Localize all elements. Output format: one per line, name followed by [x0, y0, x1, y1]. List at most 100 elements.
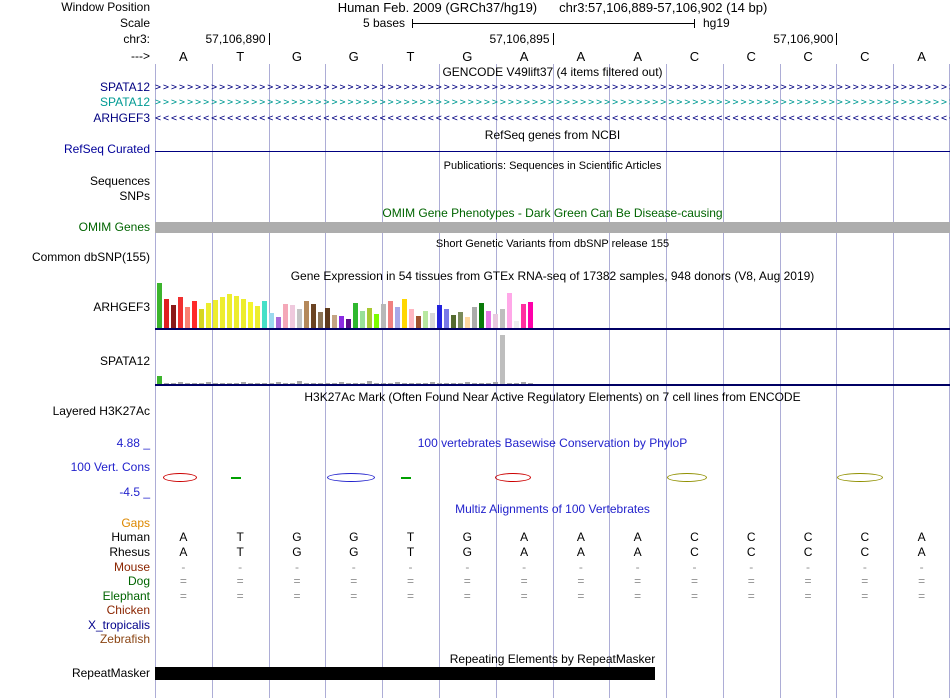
gtex-expression-bar[interactable]: [374, 314, 379, 328]
gtex-expression-bar[interactable]: [283, 304, 288, 328]
alignment-cell: =: [293, 589, 301, 603]
gtex-expression-bar[interactable]: [171, 305, 176, 328]
dbsnp-track-label[interactable]: Common dbSNP(155): [0, 251, 150, 264]
omim-gene-bar[interactable]: [155, 222, 950, 233]
gtex-expression-bar[interactable]: [430, 313, 435, 328]
conservation-track-label[interactable]: 100 Vert. Cons: [0, 461, 150, 474]
gtex-expression-bar[interactable]: [367, 308, 372, 328]
gtex-expression-bar[interactable]: [360, 311, 365, 328]
base-letter: T: [406, 49, 415, 64]
gtex-gene-label-arhgef3[interactable]: ARHGEF3: [0, 301, 150, 314]
omim-genes-label[interactable]: OMIM Genes: [0, 221, 150, 234]
gtex-expression-bar[interactable]: [255, 306, 260, 328]
gtex-expression-bar[interactable]: [213, 300, 218, 328]
gtex-expression-bar[interactable]: [395, 307, 400, 328]
base-letter: C: [803, 49, 813, 64]
track-display-area[interactable]: Human Feb. 2009 (GRCh37/hg19) chr3:57,106…: [155, 0, 950, 698]
gene-transcript-spata12[interactable]: >>>>>>>>>>>>>>>>>>>>>>>>>>>>>>>>>>>>>>>>…: [155, 82, 950, 94]
species-label[interactable]: X_tropicalis: [0, 619, 150, 632]
publications-snps-label[interactable]: SNPs: [0, 190, 150, 203]
species-label[interactable]: Chicken: [0, 604, 150, 617]
gtex-expression-bar[interactable]: [311, 304, 316, 328]
gtex-expression-bar[interactable]: [164, 299, 169, 328]
gtex-expression-bar[interactable]: [528, 302, 533, 328]
phylop-signal[interactable]: [155, 469, 950, 489]
gtex-expression-bar[interactable]: [500, 309, 505, 328]
gtex-expression-bar[interactable]: [241, 299, 246, 328]
alignment-cell: =: [747, 574, 755, 588]
gtex-expression-bar[interactable]: [346, 319, 351, 328]
repeatmasker-track-label[interactable]: RepeatMasker: [0, 667, 150, 680]
species-label[interactable]: Rhesus: [0, 546, 150, 559]
alignment-cell: -: [522, 560, 527, 574]
gtex-expression-bar[interactable]: [507, 293, 512, 328]
gtex-expression-bar[interactable]: [220, 297, 225, 328]
phylop-curve: [327, 473, 375, 482]
gtex-expression-bar[interactable]: [269, 313, 274, 328]
gtex-expression-bar[interactable]: [157, 283, 162, 328]
gtex-expression-bar[interactable]: [304, 301, 309, 328]
gtex-expression-bar[interactable]: [178, 297, 183, 328]
alignment-cell: =: [236, 589, 244, 603]
phylop-track-title: 100 vertebrates Basewise Conservation by…: [417, 436, 688, 450]
species-label[interactable]: Gaps: [0, 517, 150, 530]
gtex-expression-bar[interactable]: [297, 309, 302, 328]
species-label[interactable]: Zebrafish: [0, 633, 150, 646]
refseq-curated-label[interactable]: RefSeq Curated: [0, 143, 150, 156]
gtex-expression-bar[interactable]: [325, 308, 330, 328]
gtex-expression-bar[interactable]: [234, 296, 239, 328]
gtex-expression-bar[interactable]: [339, 316, 344, 328]
gtex-expression-bar[interactable]: [500, 335, 505, 384]
gtex-expression-bar[interactable]: [276, 317, 281, 328]
gtex-expression-bar[interactable]: [332, 315, 337, 328]
gtex-baseline-spata12: [155, 384, 950, 386]
gtex-expression-bar[interactable]: [465, 317, 470, 328]
gtex-expression-bar[interactable]: [381, 304, 386, 328]
gene-transcript-spata12-alt[interactable]: >>>>>>>>>>>>>>>>>>>>>>>>>>>>>>>>>>>>>>>>…: [155, 97, 950, 109]
gtex-expression-bar[interactable]: [514, 321, 519, 328]
gtex-expression-bar[interactable]: [248, 302, 253, 328]
gtex-expression-bar[interactable]: [353, 303, 358, 328]
repeatmasker-element-bar[interactable]: [155, 667, 655, 680]
h3k27ac-track-label[interactable]: Layered H3K27Ac: [0, 405, 150, 418]
gtex-expression-bar[interactable]: [262, 301, 267, 328]
alignment-cell: T: [236, 530, 244, 544]
gtex-expression-bar[interactable]: [206, 303, 211, 328]
gtex-expression-bar[interactable]: [402, 299, 407, 328]
gtex-barchart-spata12[interactable]: [155, 335, 950, 384]
gtex-expression-bar[interactable]: [416, 316, 421, 328]
gtex-expression-bar[interactable]: [472, 307, 477, 328]
gtex-expression-bar[interactable]: [479, 303, 484, 328]
species-label[interactable]: Elephant: [0, 590, 150, 603]
gtex-expression-bar[interactable]: [423, 311, 428, 328]
species-label[interactable]: Dog: [0, 575, 150, 588]
gtex-expression-bar[interactable]: [157, 376, 162, 384]
refseq-gene-line[interactable]: [155, 151, 950, 152]
gtex-expression-bar[interactable]: [444, 309, 449, 328]
alignment-cell: =: [350, 574, 358, 588]
gtex-expression-bar[interactable]: [521, 304, 526, 328]
gtex-barchart-arhgef3[interactable]: [155, 282, 950, 328]
gtex-expression-bar[interactable]: [458, 312, 463, 328]
gtex-expression-bar[interactable]: [486, 311, 491, 328]
publications-sequences-label[interactable]: Sequences: [0, 175, 150, 188]
gtex-expression-bar[interactable]: [199, 309, 204, 328]
species-label[interactable]: Mouse: [0, 561, 150, 574]
gtex-gene-label-spata12[interactable]: SPATA12: [0, 355, 150, 368]
gtex-expression-bar[interactable]: [318, 312, 323, 328]
gtex-expression-bar[interactable]: [451, 315, 456, 328]
gtex-expression-bar[interactable]: [493, 314, 498, 328]
gtex-expression-bar[interactable]: [437, 305, 442, 328]
gencode-gene-label-spata12[interactable]: SPATA12: [0, 81, 150, 94]
gtex-expression-bar[interactable]: [185, 307, 190, 328]
gene-transcript-arhgef3[interactable]: <<<<<<<<<<<<<<<<<<<<<<<<<<<<<<<<<<<<<<<<…: [155, 113, 950, 125]
gtex-expression-bar[interactable]: [290, 305, 295, 328]
gencode-gene-label-spata12-alt[interactable]: SPATA12: [0, 96, 150, 109]
gtex-expression-bar[interactable]: [192, 301, 197, 328]
gencode-gene-label-arhgef3[interactable]: ARHGEF3: [0, 112, 150, 125]
gtex-expression-bar[interactable]: [227, 294, 232, 328]
gtex-expression-bar[interactable]: [388, 301, 393, 328]
alignment-cell: A: [917, 545, 926, 559]
gtex-expression-bar[interactable]: [409, 309, 414, 328]
species-label[interactable]: Human: [0, 531, 150, 544]
